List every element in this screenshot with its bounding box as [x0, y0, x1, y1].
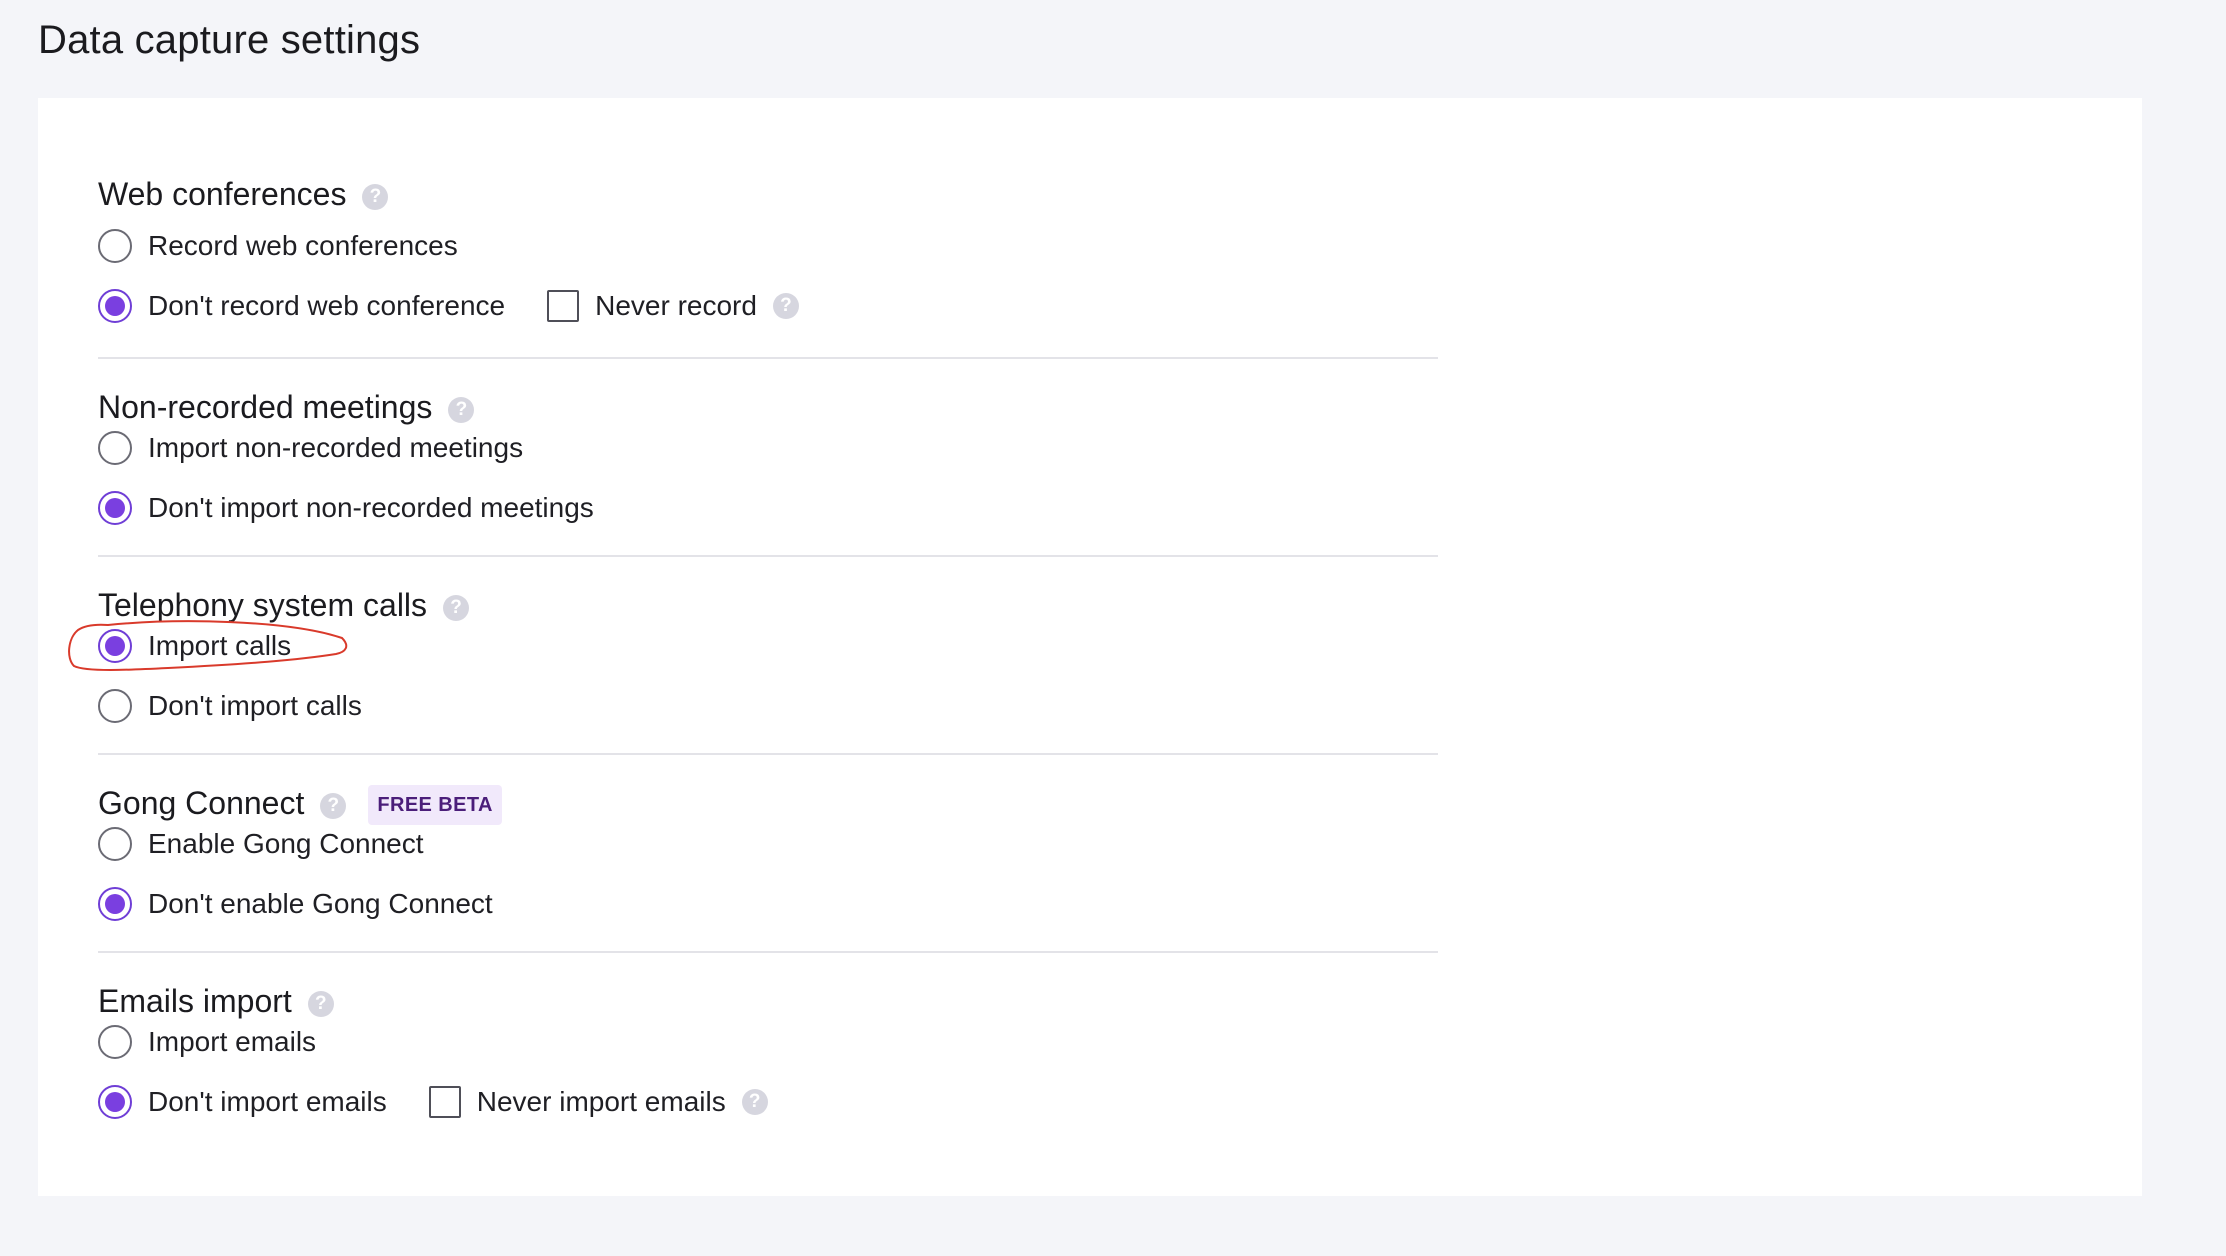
never-record-checkbox[interactable] — [547, 290, 580, 322]
page-title: Data capture settings — [38, 18, 421, 62]
help-icon[interactable]: ? — [320, 793, 347, 819]
section-title-text: Non-recorded meetings — [98, 388, 433, 425]
radio-dont-enable-gong-connect[interactable]: Don't enable Gong Connect — [98, 884, 493, 924]
radio-import-emails[interactable]: Import emails — [98, 1022, 316, 1062]
radio-dont-record-web-conference[interactable]: Don't record web conference Never record… — [98, 286, 799, 326]
radio-import-non-recorded-meetings[interactable]: Import non-recorded meetings — [98, 428, 523, 468]
radio-button[interactable] — [98, 827, 132, 861]
help-icon[interactable]: ? — [741, 1089, 768, 1115]
radio-label: Don't import non-recorded meetings — [148, 492, 594, 523]
section-title-text: Gong Connect — [98, 784, 305, 821]
radio-button[interactable] — [98, 229, 132, 263]
section-emails-import: Emails import ? Import emails Don't impo… — [98, 979, 1438, 1119]
radio-button-selected[interactable] — [98, 887, 132, 921]
help-icon[interactable]: ? — [443, 595, 470, 621]
divider — [98, 753, 1438, 755]
radio-label: Don't import calls — [148, 690, 362, 721]
section-title: Gong Connect ? FREE BETA — [98, 781, 1438, 825]
annotation-highlight — [68, 620, 348, 671]
free-beta-badge: FREE BETA — [368, 785, 502, 825]
radio-label: Enable Gong Connect — [148, 828, 424, 859]
radio-button-selected[interactable] — [98, 289, 132, 323]
help-icon[interactable]: ? — [307, 991, 334, 1017]
radio-enable-gong-connect[interactable]: Enable Gong Connect — [98, 824, 424, 864]
radio-button[interactable] — [98, 431, 132, 465]
radio-dont-import-emails[interactable]: Don't import emails Never import emails … — [98, 1082, 768, 1122]
checkbox-label: Never import emails — [476, 1086, 726, 1117]
divider — [98, 357, 1438, 359]
help-icon[interactable]: ? — [362, 184, 389, 210]
radio-dont-import-non-recorded-meetings[interactable]: Don't import non-recorded meetings — [98, 488, 594, 528]
radio-button[interactable] — [98, 689, 132, 723]
radio-button-selected[interactable] — [98, 1085, 132, 1119]
radio-button-selected[interactable] — [98, 491, 132, 525]
radio-dont-import-calls[interactable]: Don't import calls — [98, 686, 362, 726]
section-title-text: Web conferences — [98, 175, 347, 212]
section-title: Emails import ? — [98, 979, 1438, 1023]
section-web-conferences: Web conferences ? Record web conferences… — [98, 172, 1438, 323]
radio-label: Don't record web conference — [148, 290, 506, 321]
section-title-text: Emails import — [98, 982, 292, 1019]
radio-label: Import non-recorded meetings — [148, 432, 524, 463]
divider — [98, 951, 1438, 953]
radio-label: Don't import emails — [148, 1086, 387, 1117]
never-import-emails-checkbox[interactable] — [428, 1086, 461, 1118]
radio-label: Import emails — [148, 1026, 317, 1057]
checkbox-label: Never record — [595, 290, 757, 321]
radio-label: Record web conferences — [148, 230, 458, 261]
radio-button[interactable] — [98, 1025, 132, 1059]
radio-label: Don't enable Gong Connect — [148, 888, 493, 919]
section-gong-connect: Gong Connect ? FREE BETA Enable Gong Con… — [98, 781, 1438, 921]
help-icon[interactable]: ? — [448, 397, 475, 423]
section-title: Non-recorded meetings ? — [98, 385, 1438, 429]
divider — [98, 555, 1438, 557]
help-icon[interactable]: ? — [772, 293, 799, 319]
section-non-recorded-meetings: Non-recorded meetings ? Import non-recor… — [98, 385, 1438, 525]
section-title: Web conferences ? — [98, 172, 1438, 216]
radio-record-web-conferences[interactable]: Record web conferences — [98, 226, 458, 266]
